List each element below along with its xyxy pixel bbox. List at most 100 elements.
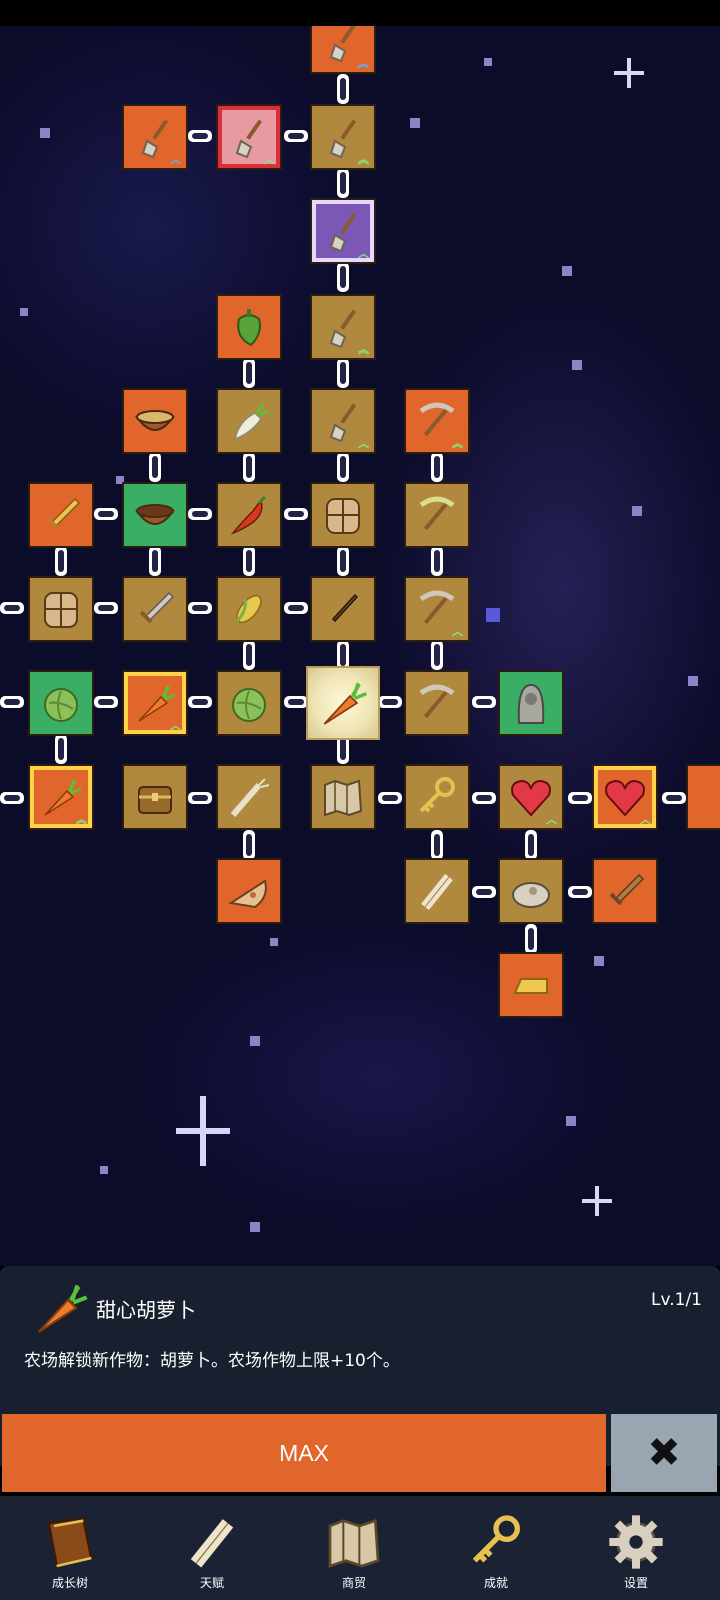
nav-item-settings[interactable]: 设置 [566,1496,706,1600]
star [20,308,28,316]
skill-node-pepper[interactable] [216,294,282,360]
tree-link [337,262,349,292]
nav-item-talent[interactable]: 天赋 [142,1496,282,1600]
tree-link [149,452,161,482]
skill-node-pickaxe[interactable]: ︿ [404,576,470,642]
skill-node-shovel[interactable]: ︽ [310,26,376,74]
tree-link [568,886,592,898]
skill-node-shovel[interactable]: ︿ [310,198,376,264]
close-icon: ✖ [647,1430,681,1476]
tree-link [378,792,402,804]
upgrade-chevron-icon: ︿ [170,719,181,732]
bowl-icon [131,491,179,539]
skill-node-pickaxe[interactable] [404,482,470,548]
status-bar [0,0,720,26]
tree-link [188,792,212,804]
root-icon [225,773,273,821]
tree-link [284,130,308,142]
nav-label: 成长树 [51,1576,88,1590]
tree-link [243,452,255,482]
tree-link [525,924,537,954]
pickaxe-icon [413,679,461,727]
corn-icon [225,585,273,633]
nav-label: 商贸 [341,1576,366,1590]
skill-node-crate[interactable] [310,482,376,548]
scroll-icon [413,867,461,915]
tree-link [337,168,349,198]
upgrade-chevron-icon: ︽ [358,343,369,356]
skill-node-bowl[interactable] [122,388,188,454]
skill-description: 农场解锁新作物：胡萝卜。农场作物上限+10个。 [24,1351,400,1371]
ghost-icon [507,679,555,727]
max-button[interactable]: MAX [2,1414,606,1492]
skill-node-shovel[interactable]: ︽ [310,104,376,170]
skill-node-pizza[interactable] [216,858,282,924]
tree-link [188,508,212,520]
tree-link [568,792,592,804]
skill-node-chili[interactable] [216,482,282,548]
skill-node-carrot[interactable]: ︽ [28,764,94,830]
nav-item-growth-tree[interactable]: 成长树 [0,1496,140,1600]
skill-node-corn[interactable] [216,576,282,642]
tree-link [94,508,118,520]
skill-node-pickaxe[interactable]: ︽ [404,388,470,454]
skill-node-heart[interactable]: ︿ [592,764,658,830]
skill-node-pickaxe[interactable] [404,670,470,736]
tree-link [188,696,212,708]
tree-link [378,696,402,708]
skill-node-root[interactable] [216,764,282,830]
sparkle-star [614,58,644,88]
skill-node-key[interactable] [404,764,470,830]
skill-node-heart[interactable]: ︿ [498,764,564,830]
tree-link [431,640,443,670]
tree-link [337,452,349,482]
skill-node-sword[interactable] [122,576,188,642]
skill-node-crate[interactable] [28,576,94,642]
pepper-icon [225,303,273,351]
star [572,360,582,370]
sparkle-star [176,1096,230,1166]
key-icon [464,1510,528,1574]
skill-node-bowl[interactable] [122,482,188,548]
tree-link [284,602,308,614]
skill-node-rock[interactable] [498,858,564,924]
skill-tree-area[interactable]: ︽ ︿ ︿ ︽ ︿ ︽ ︿ ︽ ︿ ︿ ︽ ︿ ︿ [0,26,720,1266]
radish-icon [225,397,273,445]
tree-link [94,602,118,614]
skill-node-sword[interactable] [28,482,94,548]
skill-node-shovel[interactable]: ︿ [216,104,282,170]
skill-node-partial[interactable] [686,764,720,830]
upgrade-chevron-icon: ︽ [358,57,369,70]
skill-node-shovel[interactable]: ︿ [310,388,376,454]
nav-item-achievement[interactable]: 成就 [426,1496,566,1600]
book-icon [47,1516,93,1568]
upgrade-chevron-icon: ︽ [358,153,369,166]
skill-node-scroll[interactable] [404,858,470,924]
skill-node-gold-bar[interactable] [498,952,564,1018]
cabbage-icon [225,679,273,727]
rock-icon [507,867,555,915]
tree-link [55,734,67,764]
skill-node-map[interactable] [310,764,376,830]
skill-node-radish[interactable] [216,388,282,454]
skill-node-carrot[interactable]: ︿ [122,670,188,736]
upgrade-chevron-icon: ︿ [264,153,275,166]
map-icon [319,773,367,821]
upgrade-chevron-icon: ︿ [170,153,181,166]
skill-node-shovel[interactable]: ︿ [122,104,188,170]
crate-icon [319,491,367,539]
star [40,128,50,138]
nav-item-trade[interactable]: 商贸 [284,1496,424,1600]
skill-node-carrot-selected[interactable] [306,666,380,740]
skill-node-cabbage[interactable] [28,670,94,736]
skill-node-chest[interactable] [122,764,188,830]
star [566,1116,576,1126]
skill-node-dagger[interactable] [310,576,376,642]
nav-label: 成就 [483,1576,508,1590]
star [594,956,604,966]
skill-node-ghost[interactable] [498,670,564,736]
skill-node-sword[interactable] [592,858,658,924]
skill-node-shovel[interactable]: ︽ [310,294,376,360]
skill-node-cabbage[interactable] [216,670,282,736]
close-button[interactable]: ✖ [611,1414,717,1492]
